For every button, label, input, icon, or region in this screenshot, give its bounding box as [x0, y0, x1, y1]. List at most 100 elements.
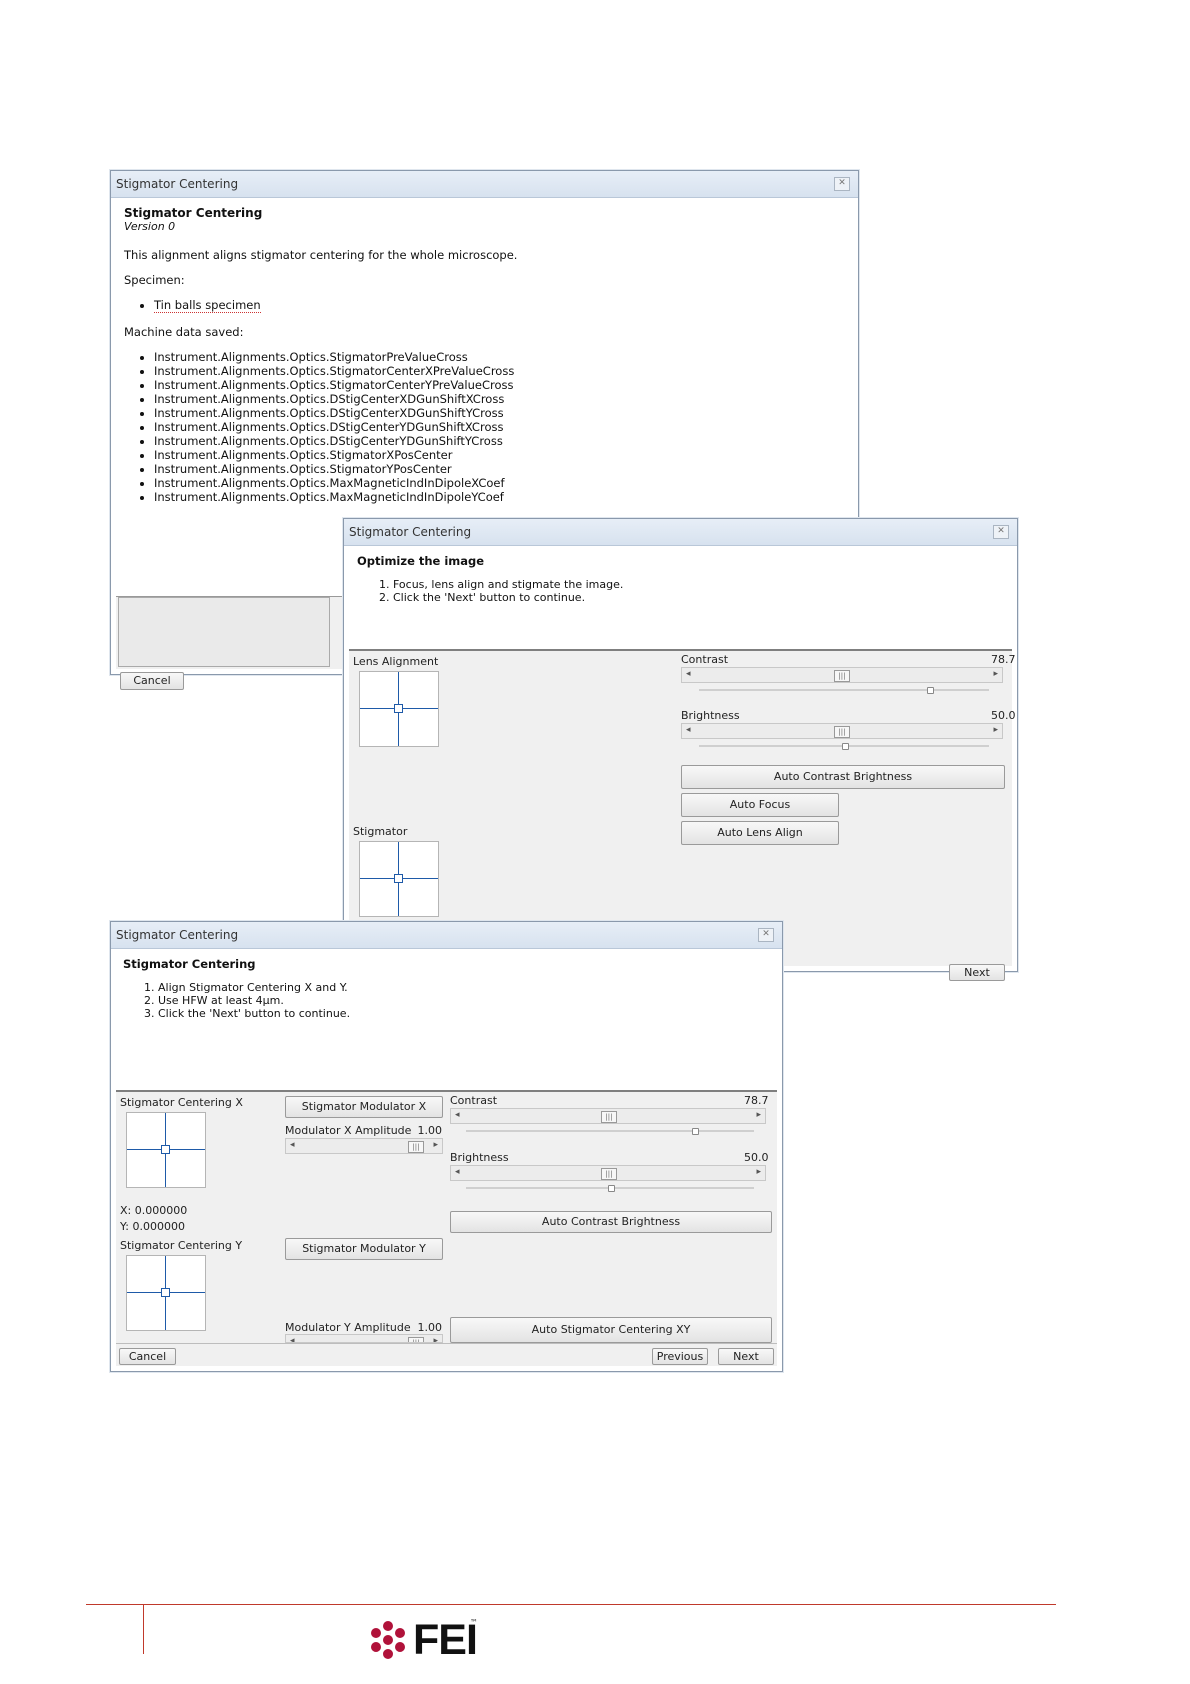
stigmator-crosshair[interactable] — [359, 841, 439, 917]
list-item: Instrument.Alignments.Optics.MaxMagnetic… — [154, 490, 514, 504]
dialog3-controls-panel: Stigmator Centering X X: 0.000000 Y: 0.0… — [116, 1090, 777, 1366]
auto-contrast-brightness-button[interactable]: Auto Contrast Brightness — [681, 765, 1005, 789]
centering-x-crosshair[interactable] — [126, 1112, 206, 1188]
fei-logo-mark-icon — [371, 1621, 405, 1659]
dialog3-content: Stigmator Centering Align Stigmator Cent… — [116, 949, 777, 1366]
brightness-fine-slider[interactable] — [466, 1185, 754, 1192]
list-item: Click the 'Next' button to continue. — [393, 591, 623, 604]
auto-lens-align-button[interactable]: Auto Lens Align — [681, 821, 839, 845]
chevron-left-icon[interactable]: ◂ — [290, 1140, 295, 1150]
list-item: Instrument.Alignments.Optics.StigmatorCe… — [154, 364, 514, 378]
lens-alignment-label: Lens Alignment — [353, 655, 439, 668]
chevron-right-icon[interactable]: ▸ — [993, 725, 998, 735]
contrast-fine-slider[interactable] — [466, 1128, 754, 1135]
dialog-stigmator-centering: Stigmator Centering ✕ Stigmator Centerin… — [110, 921, 783, 1372]
previous-button[interactable]: Previous — [652, 1348, 708, 1365]
trademark: ™ — [470, 1618, 478, 1627]
brightness-scrollbar[interactable]: ◂ ||| ▸ — [450, 1165, 766, 1181]
lens-alignment-crosshair[interactable] — [359, 671, 439, 747]
mod-y-amplitude-label: Modulator Y Amplitude — [285, 1321, 411, 1334]
centering-x-label: Stigmator Centering X — [120, 1096, 243, 1109]
dialog3-titlebar[interactable]: Stigmator Centering ✕ — [111, 922, 782, 949]
brightness-value: 50.0 — [744, 1151, 769, 1164]
dialog1-version: Version 0 — [124, 220, 176, 233]
stigmator-modulator-y-button[interactable]: Stigmator Modulator Y — [285, 1238, 443, 1260]
list-item: Instrument.Alignments.Optics.StigmatorYP… — [154, 462, 514, 476]
specimen-label: Specimen: — [124, 273, 185, 287]
list-item: Instrument.Alignments.Optics.DStigCenter… — [154, 420, 514, 434]
mod-y-amplitude-scrollbar[interactable]: ◂ ||| ▸ — [285, 1334, 443, 1343]
auto-contrast-brightness-button[interactable]: Auto Contrast Brightness — [450, 1211, 772, 1233]
auto-stigmator-centering-xy-button[interactable]: Auto Stigmator Centering XY — [450, 1317, 772, 1343]
list-item: Instrument.Alignments.Optics.StigmatorXP… — [154, 448, 514, 462]
list-item: Use HFW at least 4µm. — [158, 994, 350, 1007]
dialog3-steps: Align Stigmator Centering X and Y. Use H… — [120, 981, 350, 1020]
contrast-scrollbar[interactable]: ◂ ||| ▸ — [450, 1108, 766, 1124]
contrast-scrollbar[interactable]: ◂ ||| ▸ — [681, 667, 1003, 683]
scroll-thumb[interactable]: ||| — [834, 670, 850, 682]
list-item: Instrument.Alignments.Optics.StigmatorCe… — [154, 378, 514, 392]
chevron-right-icon[interactable]: ▸ — [756, 1167, 761, 1177]
chevron-left-icon[interactable]: ◂ — [455, 1110, 460, 1120]
mod-x-amplitude-scrollbar[interactable]: ◂ ||| ▸ — [285, 1138, 443, 1154]
scroll-thumb[interactable]: ||| — [601, 1111, 617, 1123]
list-item: Focus, lens align and stigmate the image… — [393, 578, 623, 591]
chevron-right-icon[interactable]: ▸ — [993, 669, 998, 679]
chevron-left-icon[interactable]: ◂ — [686, 669, 691, 679]
scroll-thumb[interactable]: ||| — [834, 726, 850, 738]
brightness-scrollbar[interactable]: ◂ ||| ▸ — [681, 723, 1003, 739]
scroll-thumb[interactable]: ||| — [408, 1141, 424, 1153]
footer-rule — [86, 1604, 1056, 1605]
contrast-fine-slider[interactable] — [699, 687, 989, 694]
chevron-left-icon[interactable]: ◂ — [455, 1167, 460, 1177]
cancel-button[interactable]: Cancel — [120, 672, 184, 690]
list-item: Align Stigmator Centering X and Y. — [158, 981, 350, 994]
stigmator-label: Stigmator — [353, 825, 408, 838]
contrast-label: Contrast — [681, 653, 729, 666]
list-item[interactable]: Tin balls specimen — [154, 298, 261, 313]
machine-data-list: Instrument.Alignments.Optics.StigmatorPr… — [116, 350, 514, 504]
mod-y-amplitude-value: 1.00 — [417, 1321, 443, 1334]
dialog2-controls-panel: Lens Alignment Stigmator Contrast 78.7 ◂… — [349, 649, 1016, 981]
brightness-fine-slider[interactable] — [699, 743, 989, 750]
close-icon[interactable]: ✕ — [758, 928, 774, 942]
chevron-right-icon[interactable]: ▸ — [433, 1140, 438, 1150]
cancel-button[interactable]: Cancel — [119, 1348, 176, 1365]
auto-focus-button[interactable]: Auto Focus — [681, 793, 839, 817]
dialog3-title: Stigmator Centering — [116, 928, 239, 942]
dialog1-output-box — [118, 597, 330, 667]
dialog1-titlebar[interactable]: Stigmator Centering ✕ — [111, 171, 858, 198]
chevron-left-icon[interactable]: ◂ — [290, 1336, 295, 1342]
brightness-label: Brightness — [450, 1151, 509, 1164]
dialog2-titlebar[interactable]: Stigmator Centering ✕ — [344, 519, 1017, 546]
dialog1-heading: Stigmator Centering — [124, 206, 263, 220]
fei-logo-text: FEI — [413, 1616, 478, 1664]
footer-vertical-rule — [143, 1604, 144, 1654]
mod-x-amplitude-label: Modulator X Amplitude — [285, 1124, 412, 1137]
next-button[interactable]: Next — [718, 1348, 774, 1365]
dialog2-heading: Optimize the image — [357, 554, 485, 568]
close-icon[interactable]: ✕ — [834, 177, 850, 191]
dialog-optimize-image: Stigmator Centering ✕ Optimize the image… — [343, 518, 1018, 981]
list-item: Click the 'Next' button to continue. — [158, 1007, 350, 1020]
list-item: Instrument.Alignments.Optics.StigmatorPr… — [154, 350, 514, 364]
x-readout: X: 0.000000 — [120, 1204, 188, 1217]
chevron-right-icon[interactable]: ▸ — [756, 1110, 761, 1120]
chevron-left-icon[interactable]: ◂ — [686, 725, 691, 735]
centering-y-crosshair[interactable] — [126, 1255, 206, 1331]
brightness-label: Brightness — [681, 709, 740, 722]
scroll-thumb[interactable]: ||| — [601, 1168, 617, 1180]
list-item: Instrument.Alignments.Optics.MaxMagnetic… — [154, 476, 514, 490]
machine-data-label: Machine data saved: — [124, 325, 244, 339]
brightness-value: 50.0 — [991, 709, 1016, 722]
list-item: Instrument.Alignments.Optics.DStigCenter… — [154, 434, 514, 448]
dialog2-content: Optimize the image Focus, lens align and… — [349, 546, 1016, 981]
dialog2-steps: Focus, lens align and stigmate the image… — [355, 578, 623, 604]
dialog1-title: Stigmator Centering — [116, 177, 239, 191]
close-icon[interactable]: ✕ — [993, 525, 1009, 539]
next-button[interactable]: Next — [949, 964, 1005, 981]
specimen-list: Tin balls specimen — [116, 298, 261, 313]
stigmator-modulator-x-button[interactable]: Stigmator Modulator X — [285, 1096, 443, 1118]
list-item: Instrument.Alignments.Optics.DStigCenter… — [154, 392, 514, 406]
chevron-right-icon[interactable]: ▸ — [433, 1336, 438, 1342]
